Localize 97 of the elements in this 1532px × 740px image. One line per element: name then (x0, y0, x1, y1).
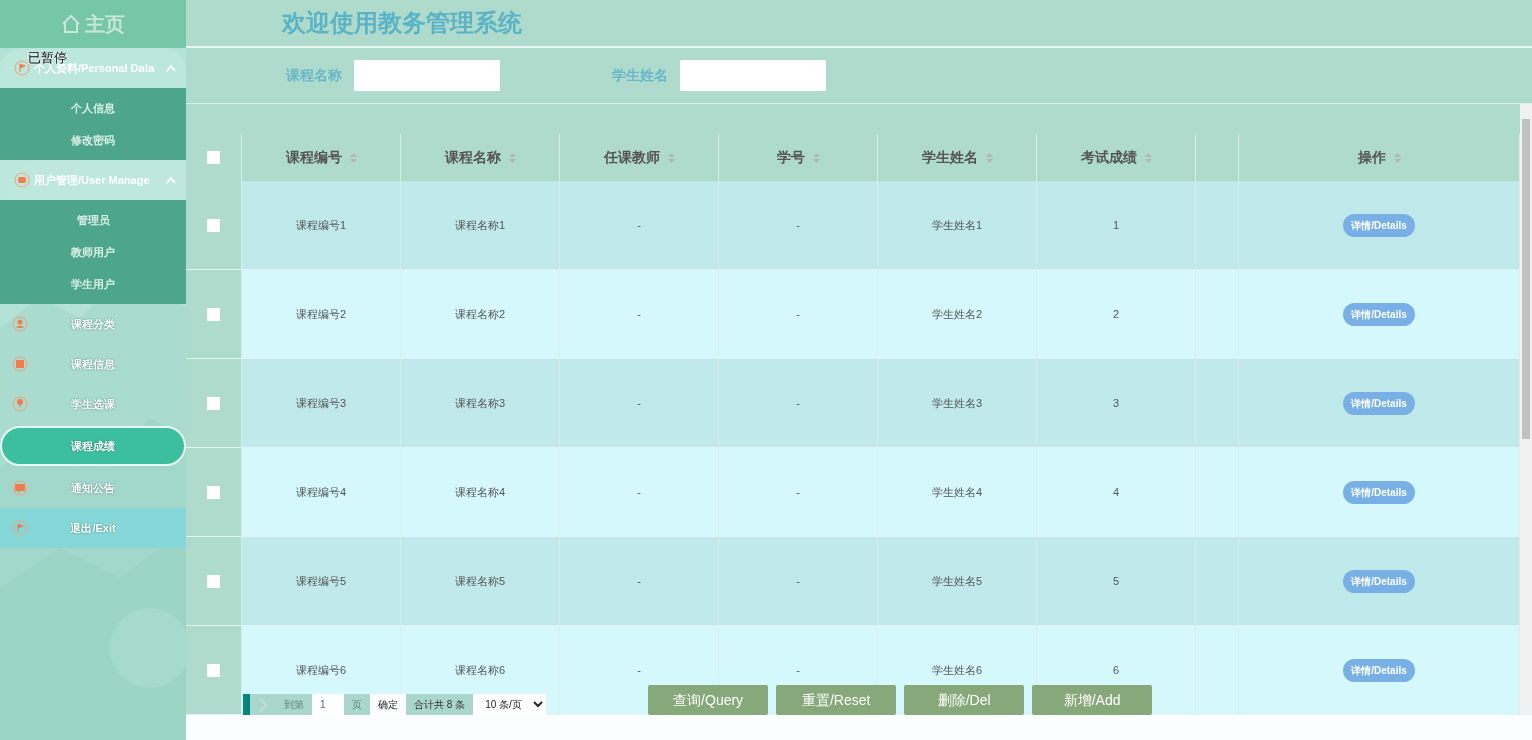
table-cell: - (560, 270, 719, 359)
table-cell: - (719, 448, 878, 537)
table-cell: 2 (1037, 270, 1196, 359)
table-cell: 课程编号1 (242, 181, 401, 270)
table-cell: 学生姓名5 (878, 537, 1037, 626)
page-marker (243, 694, 250, 715)
sort-icon (1144, 152, 1152, 163)
row-checkbox[interactable] (207, 396, 220, 410)
search-label: 课程名称 (286, 66, 342, 85)
table-cell: 3 (1037, 359, 1196, 448)
sort-icon (667, 152, 675, 163)
action-button[interactable]: 查询/Query (648, 685, 769, 715)
group-icon (14, 172, 30, 188)
row-checkbox[interactable] (207, 663, 220, 677)
table-cell: 学生姓名2 (878, 270, 1037, 359)
page-title: 欢迎使用教务管理系统 (282, 8, 522, 38)
flag-icon (12, 520, 28, 536)
sort-icon (985, 152, 993, 163)
sort-icon (349, 152, 357, 163)
table-cell: 课程名称5 (401, 537, 560, 626)
table-cell: - (560, 537, 719, 626)
details-button[interactable]: 详情/Details (1343, 480, 1415, 504)
chat-icon (12, 480, 28, 496)
home-title[interactable]: 主页 (85, 9, 125, 39)
column-header[interactable]: 课程编号 (285, 147, 342, 168)
row-checkbox[interactable] (207, 218, 220, 232)
column-header[interactable]: 学生姓名 (921, 147, 978, 168)
submenu-item[interactable]: 个人信息 (0, 92, 186, 124)
column-header[interactable]: 学号 (776, 147, 805, 168)
column-header[interactable]: 任课教师 (603, 147, 660, 168)
page-unit: 页 (344, 694, 370, 715)
column-header[interactable]: 操作 (1357, 147, 1386, 168)
search-field[interactable] (680, 60, 826, 91)
table-cell: 课程名称1 (401, 181, 560, 270)
sort-icon (812, 152, 820, 163)
row-checkbox[interactable] (207, 307, 220, 321)
column-header[interactable]: 课程名称 (444, 147, 501, 168)
sort-icon (508, 152, 516, 163)
pin-icon (12, 396, 28, 412)
table-cell: 课程编号5 (242, 537, 401, 626)
menu-item[interactable]: 通知公告 (0, 468, 186, 508)
sort-icon (1393, 152, 1401, 163)
scrollbar[interactable] (1520, 104, 1532, 715)
action-button[interactable]: 删除/Del (904, 685, 1025, 715)
menu-item[interactable]: 课程成绩 (0, 426, 186, 466)
table-cell: 学生姓名1 (878, 181, 1037, 270)
user-icon (12, 316, 28, 332)
chevron-icon (166, 176, 176, 184)
row-checkbox[interactable] (207, 485, 220, 499)
search-label: 学生姓名 (612, 66, 668, 85)
total-count: 合计共 8 条 (406, 694, 474, 715)
home-icon (61, 14, 81, 34)
details-button[interactable]: 详情/Details (1343, 658, 1415, 682)
goto-label: 到第 (276, 694, 312, 715)
table-cell: - (719, 270, 878, 359)
table-cell: - (719, 181, 878, 270)
page-size-select[interactable]: 10 条/页 (473, 694, 547, 715)
submenu-item[interactable]: 修改密码 (0, 124, 186, 156)
details-button[interactable]: 详情/Details (1343, 569, 1415, 593)
table-cell: 学生姓名4 (878, 448, 1037, 537)
table-cell: 5 (1037, 537, 1196, 626)
exit-item[interactable]: 退出/Exit (0, 508, 186, 548)
action-button[interactable]: 新增/Add (1032, 685, 1153, 715)
table-cell: - (560, 448, 719, 537)
menu-item[interactable]: 课程分类 (0, 304, 186, 344)
details-button[interactable]: 详情/Details (1343, 302, 1415, 326)
details-button[interactable]: 详情/Details (1343, 213, 1415, 237)
confirm-button[interactable]: 确定 (370, 694, 406, 715)
table-cell: 课程编号4 (242, 448, 401, 537)
table-cell: 学生姓名3 (878, 359, 1037, 448)
table-cell: 4 (1037, 448, 1196, 537)
details-button[interactable]: 详情/Details (1343, 391, 1415, 415)
table-cell: 1 (1037, 181, 1196, 270)
submenu-item[interactable]: 管理员 (0, 204, 186, 236)
table-cell: - (560, 181, 719, 270)
page-field[interactable]: 1 (312, 694, 344, 715)
table-cell: - (719, 359, 878, 448)
chevron-icon (166, 64, 176, 72)
table-cell: 课程名称4 (401, 448, 560, 537)
table-cell: - (560, 359, 719, 448)
column-header[interactable]: 考试成绩 (1080, 147, 1137, 168)
table-cell: 课程编号2 (242, 270, 401, 359)
submenu-item[interactable]: 学生用户 (0, 268, 186, 300)
table-cell: 课程编号3 (242, 359, 401, 448)
select-all-checkbox[interactable] (207, 151, 220, 164)
paused-label: 已暂停 (28, 49, 67, 65)
menu-item[interactable]: 课程信息 (0, 344, 186, 384)
flag-icon (14, 60, 30, 76)
action-button[interactable]: 重置/Reset (776, 685, 897, 715)
next-icon (258, 696, 268, 713)
table-cell: - (719, 537, 878, 626)
table-cell: 课程名称2 (401, 270, 560, 359)
row-checkbox[interactable] (207, 574, 220, 588)
submenu-item[interactable]: 教师用户 (0, 236, 186, 268)
table-cell: 课程名称3 (401, 359, 560, 448)
menu-item[interactable]: 学生选课 (0, 384, 186, 424)
search-field[interactable] (354, 60, 500, 91)
